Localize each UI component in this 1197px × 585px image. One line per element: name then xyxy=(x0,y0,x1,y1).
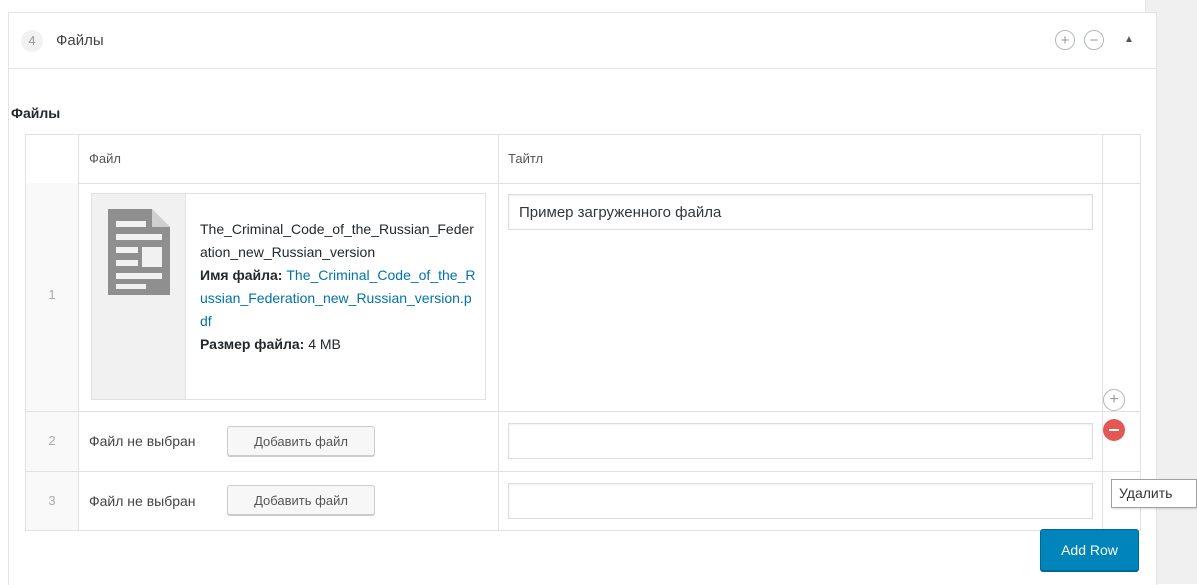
row-number: 1 xyxy=(48,287,56,302)
add-row-icon[interactable]: + xyxy=(1103,389,1125,411)
table-row: 1 The_Criminal_Code_of_the_Russian_Feder… xyxy=(26,183,1140,412)
remove-row-icon[interactable] xyxy=(1103,419,1125,441)
file-name-line: Имя файла: The_Criminal_Code_of_the_Russ… xyxy=(200,264,478,333)
add-layout-icon[interactable]: + xyxy=(1055,30,1075,50)
file-name-label: Имя файла: xyxy=(200,267,283,283)
collapse-toggle-icon[interactable]: ▲ xyxy=(1123,30,1135,50)
add-file-button[interactable]: Добавить файл xyxy=(227,426,375,456)
layout-header[interactable]: 4 Файлы + − ▲ xyxy=(9,13,1156,69)
title-input[interactable] xyxy=(508,483,1093,519)
header-file: Файл xyxy=(89,151,121,166)
row-number: 2 xyxy=(48,433,56,448)
no-file-text: Файл не выбран xyxy=(89,433,196,449)
add-row-button[interactable]: Add Row xyxy=(1040,529,1139,571)
file-title: The_Criminal_Code_of_the_Russian_Federat… xyxy=(200,221,474,260)
title-input[interactable] xyxy=(508,194,1093,230)
add-file-button[interactable]: Добавить файл xyxy=(227,485,375,515)
document-icon xyxy=(108,209,170,295)
repeater-table: Файл Тайтл 1 The_Criminal_Code_of_the_Ru… xyxy=(25,134,1141,531)
no-file-text: Файл не выбран xyxy=(89,493,196,509)
table-row: 3 Файл не выбран Добавить файл xyxy=(26,472,1140,530)
flexible-layout-panel: 4 Файлы + − ▲ Файлы Файл Тайтл 1 The_Cri… xyxy=(8,12,1157,585)
file-size-label: Размер файла: xyxy=(200,336,305,352)
row-number: 3 xyxy=(48,493,56,508)
table-header: Файл Тайтл xyxy=(26,135,1140,184)
file-thumbnail xyxy=(92,194,186,399)
header-title: Тайтл xyxy=(508,151,544,166)
layout-order-badge: 4 xyxy=(21,30,43,52)
file-preview-card[interactable]: The_Criminal_Code_of_the_Russian_Federat… xyxy=(91,193,486,400)
remove-layout-icon[interactable]: − xyxy=(1084,30,1104,50)
title-input[interactable] xyxy=(508,423,1093,459)
table-row: 2 Файл не выбран Добавить файл xyxy=(26,412,1140,472)
file-size-value: 4 MB xyxy=(308,336,341,352)
file-info: The_Criminal_Code_of_the_Russian_Federat… xyxy=(200,218,478,356)
file-size-line: Размер файла: 4 MB xyxy=(200,333,478,356)
field-label: Файлы xyxy=(11,105,61,121)
remove-tooltip: Удалить xyxy=(1111,479,1197,508)
layout-title[interactable]: Файлы xyxy=(56,32,104,49)
